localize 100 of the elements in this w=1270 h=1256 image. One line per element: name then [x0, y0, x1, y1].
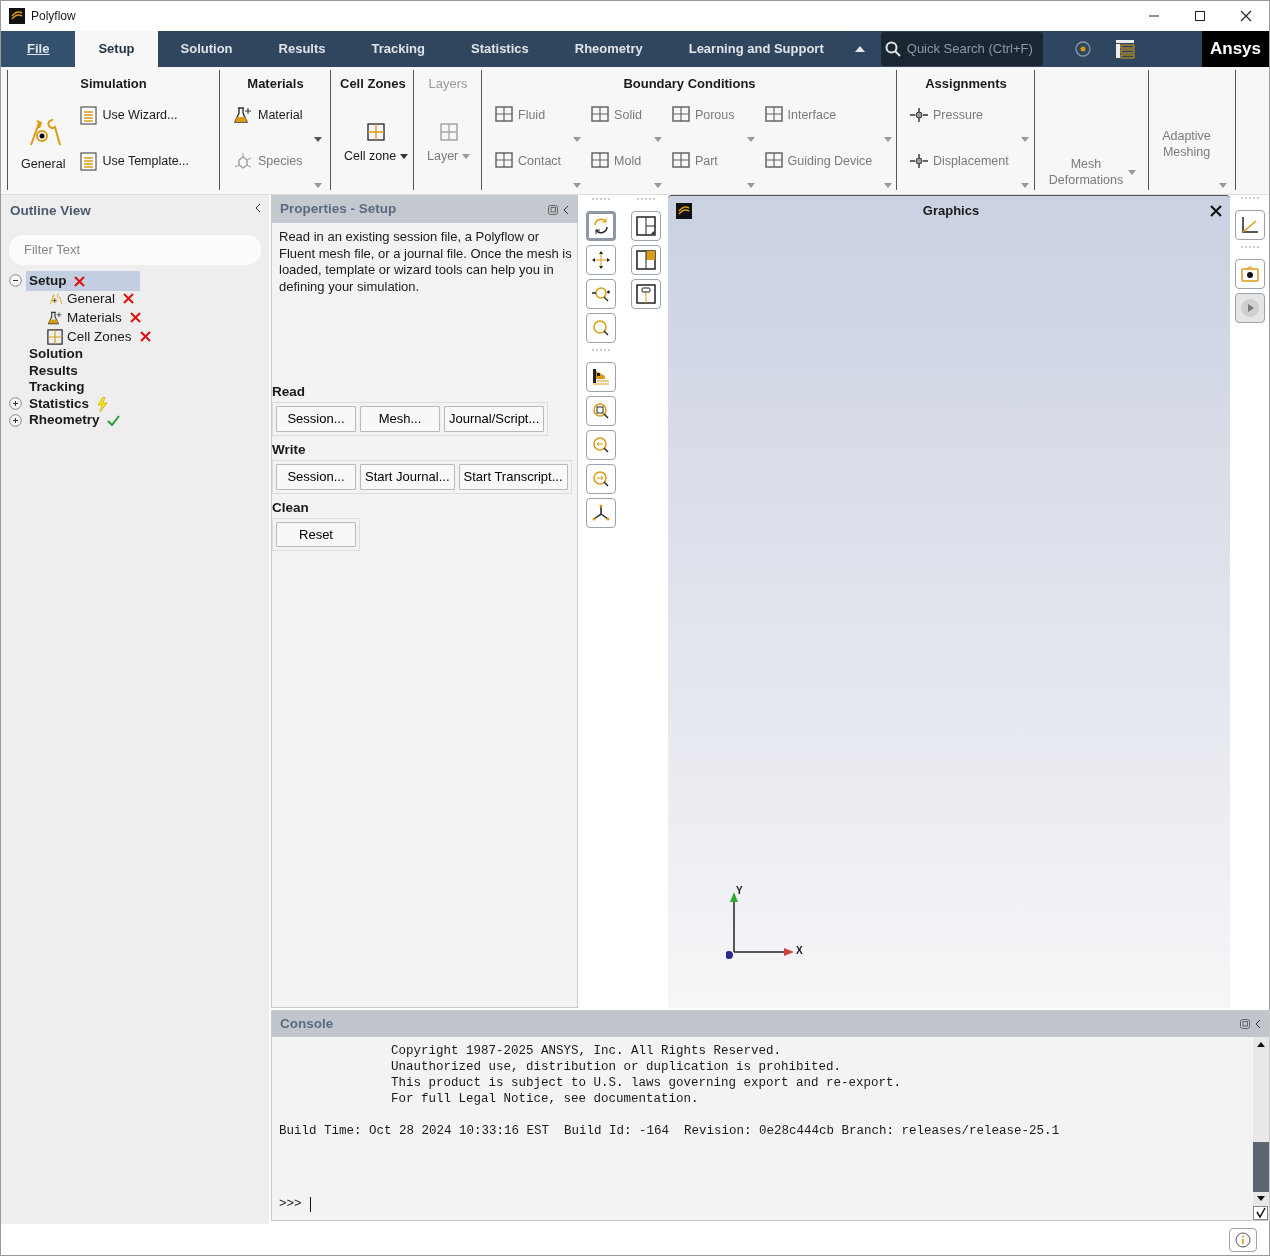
section-title: Read [272, 383, 306, 401]
group-title: Simulation [80, 76, 147, 91]
axes-button[interactable] [1235, 210, 1265, 240]
search-icon [884, 41, 901, 57]
tree-item[interactable]: Materials [67, 307, 122, 328]
axis-label: Y [736, 884, 743, 898]
grid-icon [47, 328, 63, 345]
layout-button[interactable] [630, 245, 661, 275]
console-line: This product is subject to U.S. laws governing export and re-export. [390, 1075, 903, 1091]
grid-icon [495, 106, 513, 122]
maximize-icon [1194, 10, 1206, 22]
app-logo-icon [9, 8, 25, 24]
undock-icon[interactable] [1240, 1019, 1250, 1029]
zoom-previous-icon [590, 435, 611, 455]
axes-icon [1240, 215, 1260, 235]
section-title: Write [272, 440, 307, 459]
filter-field[interactable]: Filter Text [9, 235, 261, 265]
ribbon-button[interactable]: Cell zone [340, 98, 413, 190]
axis-label: X [796, 944, 803, 958]
ribbon-button[interactable]: Material [229, 98, 323, 144]
grid-icon [495, 152, 513, 168]
fit-icon [590, 367, 611, 387]
zoom-next-icon [590, 469, 611, 489]
expand-icon[interactable] [9, 413, 22, 427]
grid-icon [367, 122, 386, 141]
ansys-logo: Ansys [1202, 31, 1269, 67]
ribbon-button[interactable]: Use Template... [76, 144, 211, 190]
ribbon-tab[interactable]: Setup [75, 31, 158, 67]
action-button[interactable]: Session... [276, 464, 356, 490]
collapse-icon[interactable] [9, 274, 22, 288]
section-title: Clean [272, 498, 310, 517]
action-button[interactable]: Start Transcript... [458, 464, 568, 490]
scrollbar-thumb[interactable] [1253, 1142, 1269, 1192]
group-title: Assignments [925, 76, 1007, 91]
molecule-icon [233, 152, 253, 170]
grid-icon [591, 152, 610, 168]
grid-icon [591, 106, 610, 122]
console-line: For full Legal Notice, see documentation. [390, 1091, 700, 1107]
flask-icon [47, 309, 63, 326]
zoom-icon [590, 318, 611, 338]
layout-split-icon [635, 250, 656, 270]
panel-title: Outline View [10, 203, 92, 220]
window-title: Polyflow [31, 8, 77, 25]
search-field[interactable]: Quick Search (Ctrl+F) [880, 32, 1043, 66]
flask-icon [233, 106, 253, 124]
collapse-ribbon-icon[interactable] [854, 46, 865, 52]
collapse-icon[interactable] [563, 204, 569, 215]
layout-icon[interactable] [1114, 39, 1135, 59]
group-title: Cell Zones [340, 76, 406, 91]
snapshot-button[interactable] [1235, 259, 1265, 289]
console-line: Copyright 1987-2025 ANSYS, Inc. All Rights Reserved. [390, 1043, 783, 1059]
expand-icon[interactable] [9, 397, 22, 411]
ribbon-button[interactable]: General [16, 98, 71, 190]
group-title: Materials [247, 76, 304, 91]
close-icon[interactable] [1210, 204, 1222, 217]
document-icon [80, 106, 98, 125]
layout-button[interactable] [630, 211, 661, 241]
console-prompt: >>> [279, 1196, 302, 1214]
action-button[interactable]: Start Journal... [360, 464, 455, 490]
axes-icon [590, 503, 611, 523]
text-cursor [309, 1197, 311, 1213]
action-button[interactable]: Mesh... [360, 406, 440, 432]
tree-item[interactable]: Setup [26, 270, 140, 292]
grid-icon [764, 152, 783, 168]
layout-button[interactable] [630, 279, 661, 309]
crosshair-icon [910, 106, 928, 124]
grid-icon [671, 152, 690, 168]
close-icon [1240, 10, 1252, 22]
file-menu[interactable]: File [1, 31, 76, 67]
zoom-box-icon [590, 401, 611, 421]
group-title: Boundary Conditions [623, 76, 756, 91]
info-icon [1235, 1231, 1251, 1248]
action-button[interactable]: Reset [276, 521, 356, 548]
panel-title: Console [280, 1014, 335, 1033]
ribbon-button[interactable]: Use Wizard... [76, 98, 211, 144]
undock-icon[interactable] [548, 204, 558, 215]
layout-single-icon [635, 216, 656, 236]
play-icon [1240, 298, 1260, 318]
search-input[interactable]: Quick Search (Ctrl+F) [904, 38, 1041, 60]
grid-icon [764, 106, 783, 122]
view-tool-button[interactable] [585, 498, 616, 528]
action-button[interactable]: Journal/Script... [444, 406, 545, 432]
console-line: Unauthorized use, distribution or duplication is prohibited. [390, 1059, 843, 1075]
camera-icon [1240, 264, 1260, 284]
info-button[interactable] [1229, 1227, 1257, 1252]
layout-lock-icon [635, 284, 656, 304]
help-icon[interactable] [1074, 41, 1091, 57]
zoom-in-out-icon [590, 284, 611, 304]
action-button[interactable]: Session... [276, 406, 356, 432]
grid-icon [439, 122, 458, 141]
app-logo-icon [676, 202, 692, 219]
console-line: Build Time: Oct 28 2024 10:33:16 EST Build Id: -164 Revision: 0e28c444cb Branch: releases/release-25.1 [279, 1123, 1061, 1139]
tree-item[interactable]: Cell Zones [67, 326, 132, 347]
view-tool-button[interactable] [585, 362, 616, 392]
pan-icon [590, 250, 611, 270]
group-title: Layers [428, 76, 468, 91]
collapse-icon[interactable] [255, 203, 261, 213]
panel-title: Properties - Setup [280, 200, 398, 219]
collapse-icon[interactable] [1255, 1019, 1261, 1029]
checkbox-icon[interactable] [1253, 1206, 1269, 1220]
